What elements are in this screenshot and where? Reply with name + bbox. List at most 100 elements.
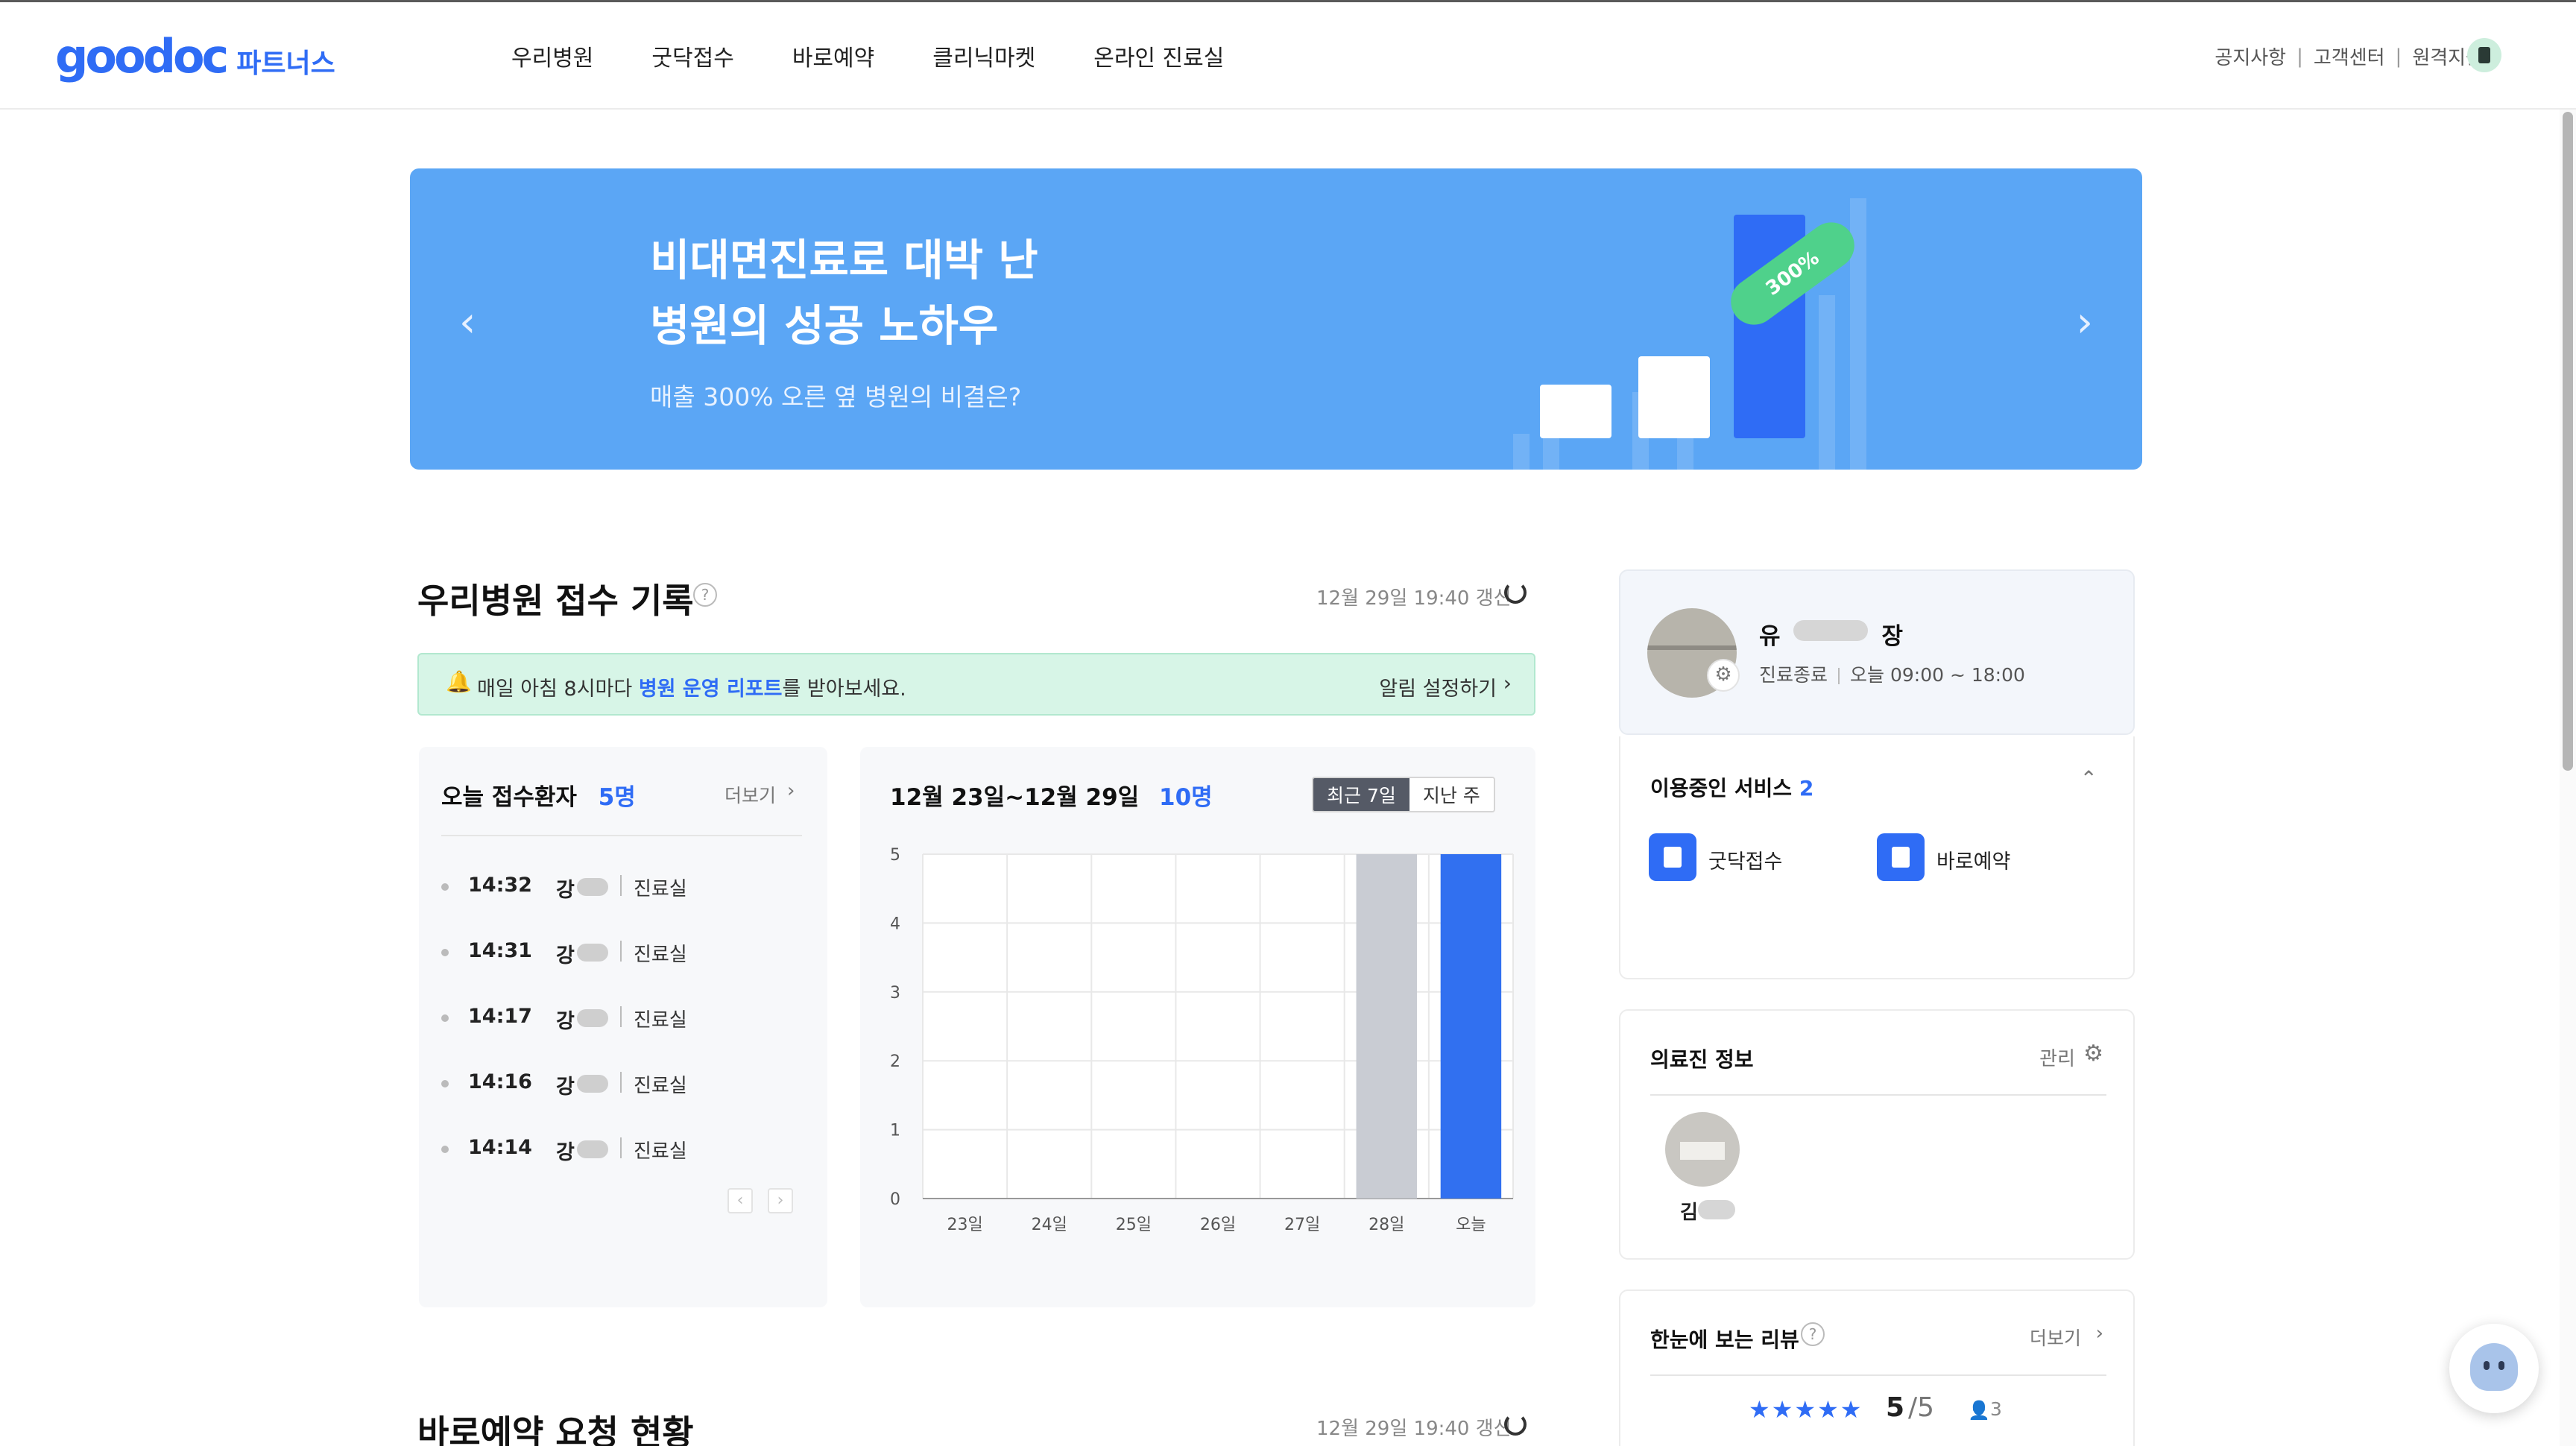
review-count: 3 xyxy=(1990,1398,2002,1420)
report-alert-banner: 🔔 매일 아침 8시마다 병원 운영 리포트를 받아보세요. 알림 설정하기 › xyxy=(417,653,1535,716)
help-icon[interactable]: ? xyxy=(693,583,717,607)
chart-bar[interactable] xyxy=(1356,854,1418,1199)
clinic-hours: 오늘 09:00 ~ 18:00 xyxy=(1850,664,2025,686)
chat-button[interactable] xyxy=(2449,1324,2539,1413)
scrollbar-thumb[interactable] xyxy=(2563,112,2573,771)
chevron-right-icon[interactable]: › xyxy=(1503,671,1512,695)
patient-time: 14:16 xyxy=(468,1070,532,1093)
gear-icon[interactable]: ⚙ xyxy=(1707,659,1740,692)
promo-banner[interactable]: ‹ › 비대면진료로 대박 난 병원의 성공 노하우 매출 300% 오른 옆 … xyxy=(410,168,2142,470)
report-link[interactable]: 병원 운영 리포트 xyxy=(639,678,783,701)
refresh-icon[interactable] xyxy=(1504,1413,1527,1436)
nav-item-our-hospital[interactable]: 우리병원 xyxy=(511,40,593,72)
util-separator: | xyxy=(2395,45,2402,68)
pager-prev-button[interactable]: ‹ xyxy=(727,1188,753,1213)
banner-prev-arrow-icon[interactable]: ‹ xyxy=(459,298,476,347)
staff-title: 의료진 정보 xyxy=(1650,1047,1754,1072)
banner-next-arrow-icon[interactable]: › xyxy=(2077,298,2093,347)
patient-row[interactable]: 14:31 강 진료실 xyxy=(441,936,799,967)
reservation-section-title: 바로예약 요청 현황 xyxy=(417,1412,694,1446)
clinic-profile-card: ⚙ 유 장 진료종료 오늘 09:00 ~ 18:00 xyxy=(1619,569,2135,735)
doctor-avatar[interactable] xyxy=(1665,1112,1740,1187)
chart-bar[interactable] xyxy=(1440,854,1502,1199)
patient-name: 강 xyxy=(556,944,575,967)
nav-item-clinic-market[interactable]: 클리닉마켓 xyxy=(932,40,1035,72)
alert-settings-link[interactable]: 알림 설정하기 xyxy=(1379,672,1497,701)
name-redaction xyxy=(577,878,608,896)
weekly-bar-chart: 0 1 2 3 4 5 23일 24일 25일 26일 27일 28일 오늘 xyxy=(890,846,1514,1234)
range-toggle: 최근 7일 지난 주 xyxy=(1312,777,1495,812)
services-title: 이용중인 서비스 2 xyxy=(1650,772,1813,802)
logo[interactable]: goodoc 파트너스 xyxy=(55,29,335,83)
chevron-right-icon[interactable]: › xyxy=(787,780,795,802)
weekly-range-text: 12월 23일~12월 29일 xyxy=(890,784,1140,811)
today-more-link[interactable]: 더보기 xyxy=(724,781,776,808)
patient-row[interactable]: 14:32 강 진료실 xyxy=(441,871,799,902)
y-tick-label: 0 xyxy=(890,1190,900,1209)
separator xyxy=(620,1137,622,1158)
today-patient-count: 5명 xyxy=(598,784,636,811)
patient-row[interactable]: 14:14 강 진료실 xyxy=(441,1133,799,1164)
patient-room: 진료실 xyxy=(634,944,687,966)
name-redaction xyxy=(577,1140,608,1158)
patient-room: 진료실 xyxy=(634,1075,687,1097)
tab-last-week[interactable]: 지난 주 xyxy=(1409,778,1494,811)
patient-name: 강 xyxy=(556,1010,575,1033)
nav-item-online-clinic[interactable]: 온라인 진료실 xyxy=(1093,40,1224,72)
patient-row[interactable]: 14:16 강 진료실 xyxy=(441,1067,799,1099)
bell-icon: 🔔 xyxy=(446,669,472,694)
review-max-score: /5 xyxy=(1908,1392,1935,1423)
separator xyxy=(620,1072,622,1093)
clinic-status-label: 진료종료 xyxy=(1759,664,1828,686)
reviews-title: 한눈에 보는 리뷰 xyxy=(1650,1327,1799,1352)
refresh-icon[interactable] xyxy=(1504,581,1527,604)
chart-plot-area xyxy=(923,854,1513,1199)
patient-row[interactable]: 14:17 강 진료실 xyxy=(441,1002,799,1033)
bullet-icon xyxy=(441,1080,449,1087)
main-nav: 우리병원 굿닥접수 바로예약 클리닉마켓 온라인 진료실 xyxy=(511,40,1282,72)
nav-item-quick-booking[interactable]: 바로예약 xyxy=(792,40,874,72)
chatbot-ghost-icon xyxy=(2470,1343,2518,1391)
tab-recent-7-days[interactable]: 최근 7일 xyxy=(1313,778,1409,811)
reservation-updated-time: 12월 29일 19:40 갱신 xyxy=(1316,1418,1512,1440)
user-icon: 👤 xyxy=(1968,1400,1990,1421)
alert-text-before: 매일 아침 8시마다 xyxy=(477,678,639,701)
bullet-icon xyxy=(441,1146,449,1153)
chevron-right-icon[interactable]: › xyxy=(2096,1322,2103,1345)
x-tick-label: 28일 xyxy=(1368,1216,1404,1234)
pager-next-button[interactable]: › xyxy=(768,1188,793,1213)
name-redaction xyxy=(577,944,608,962)
clinic-reception-icon xyxy=(1649,833,1696,881)
alert-text-after: 를 받아보세요. xyxy=(782,678,906,701)
x-tick-label: 24일 xyxy=(1032,1216,1067,1234)
account-icon[interactable] xyxy=(2467,38,2501,72)
patient-name: 강 xyxy=(556,1141,575,1164)
gear-icon[interactable]: ⚙ xyxy=(2083,1041,2103,1067)
logo-wordmark: goodoc xyxy=(55,29,229,83)
x-tick-label: 26일 xyxy=(1200,1216,1236,1234)
alert-message: 매일 아침 8시마다 병원 운영 리포트를 받아보세요. xyxy=(477,672,906,701)
patient-time: 14:17 xyxy=(468,1005,532,1028)
y-tick-label: 3 xyxy=(890,984,900,1003)
staff-manage-link[interactable]: 관리 xyxy=(2039,1044,2075,1071)
nav-item-goodoc-reception[interactable]: 굿닥접수 xyxy=(651,40,733,72)
y-tick-label: 1 xyxy=(890,1122,900,1140)
banner-title-line2: 병원의 성공 노하우 xyxy=(650,300,999,351)
service-quick-booking[interactable]: 바로예약 xyxy=(1877,833,2056,881)
reception-updated-time: 12월 29일 19:40 갱신 xyxy=(1316,587,1512,610)
notice-link[interactable]: 공지사항 xyxy=(2214,42,2286,70)
service-goodoc-reception[interactable]: 굿닥접수 xyxy=(1649,833,1828,881)
reviews-more-link[interactable]: 더보기 xyxy=(2030,1324,2081,1351)
bullet-icon xyxy=(441,1014,449,1022)
chevron-up-icon[interactable]: ⌃ xyxy=(2080,766,2097,791)
clinic-name-end: 장 xyxy=(1881,623,1904,650)
help-icon[interactable]: ? xyxy=(1801,1322,1825,1346)
name-redaction xyxy=(577,1075,608,1093)
services-count: 2 xyxy=(1799,776,1814,801)
reception-section-title: 우리병원 접수 기록 xyxy=(417,581,694,621)
weekly-patient-count: 10명 xyxy=(1159,784,1213,811)
support-link[interactable]: 고객센터 xyxy=(2314,42,2385,70)
patient-room: 진료실 xyxy=(634,1140,687,1163)
today-title-text: 오늘 접수환자 xyxy=(441,784,577,811)
x-tick-label: 25일 xyxy=(1116,1216,1152,1234)
